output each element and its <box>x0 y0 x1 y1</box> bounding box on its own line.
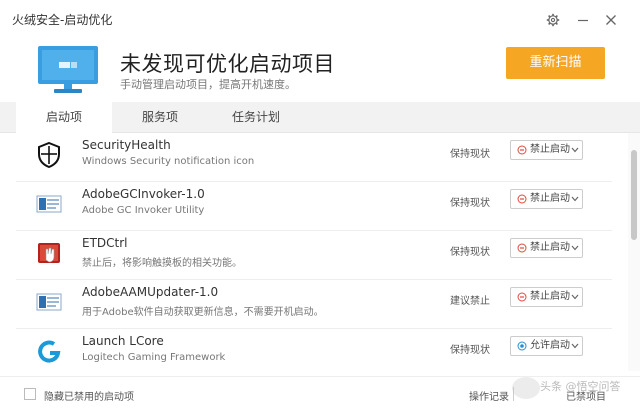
startup-action-select[interactable]: 允许启动 <box>510 336 583 356</box>
item-name: Launch LCore <box>82 334 164 348</box>
logitech-icon <box>36 338 62 364</box>
item-name: SecurityHealth <box>82 138 171 152</box>
watermark-logo <box>512 377 540 399</box>
select-value: 禁止启动 <box>530 242 570 253</box>
page-title: 未发现可优化启动项目 <box>120 52 335 76</box>
item-name: AdobeAAMUpdater-1.0 <box>82 285 219 299</box>
hide-disabled-label: 隐藏已禁用的启动项 <box>44 392 134 403</box>
chevron-down-icon <box>571 147 579 153</box>
disable-icon <box>517 145 527 155</box>
tab-bar: 启动项 服务项 任务计划 <box>0 102 640 134</box>
rescan-button[interactable]: 重新扫描 <box>506 47 605 79</box>
title-bar: 火绒安全-启动优化 <box>0 0 640 36</box>
tab-services[interactable]: 服务项 <box>112 102 208 133</box>
select-value: 禁止启动 <box>530 291 570 302</box>
list-item: Launch LCore Logitech Gaming Framework 保… <box>16 329 612 371</box>
item-status: 保持现状 <box>450 345 490 356</box>
chevron-down-icon <box>571 343 579 349</box>
item-description: 禁止后，将影响触摸板的相关功能。 <box>82 258 242 269</box>
select-value: 允许启动 <box>530 340 570 351</box>
scrollbar-thumb[interactable] <box>631 150 637 240</box>
select-value: 禁止启动 <box>530 193 570 204</box>
startup-action-select[interactable]: 禁止启动 <box>510 287 583 307</box>
item-name: AdobeGCInvoker-1.0 <box>82 187 205 201</box>
monitor-icon <box>38 46 98 94</box>
startup-action-select[interactable]: 禁止启动 <box>510 189 583 209</box>
chevron-down-icon <box>571 294 579 300</box>
touchpad-icon <box>36 240 62 266</box>
header-panel: 未发现可优化启动项目 手动管理启动项目，提高开机速度。 重新扫描 <box>0 36 640 102</box>
item-status: 保持现状 <box>450 149 490 160</box>
item-status: 保持现状 <box>450 247 490 258</box>
item-status: 保持现状 <box>450 198 490 209</box>
page-subtitle: 手动管理启动项目，提高开机速度。 <box>120 78 296 91</box>
minimize-icon[interactable] <box>576 13 590 27</box>
gear-icon[interactable] <box>546 13 560 27</box>
adobe-app-icon <box>36 289 62 315</box>
startup-item-list: SecurityHealth Windows Security notifica… <box>0 133 628 371</box>
window-title: 火绒安全-启动优化 <box>12 13 113 27</box>
list-item: SecurityHealth Windows Security notifica… <box>16 133 612 182</box>
watermark-text: 头条 @悟空问答 <box>540 380 621 393</box>
hide-disabled-checkbox[interactable] <box>24 388 36 400</box>
item-description: Logitech Gaming Framework <box>82 352 226 363</box>
item-name: ETDCtrl <box>82 236 128 250</box>
list-item: AdobeAAMUpdater-1.0 用于Adobe软件自动获取更新信息，不需… <box>16 280 612 329</box>
disable-icon <box>517 292 527 302</box>
shield-icon <box>36 141 62 169</box>
disable-icon <box>517 194 527 204</box>
item-description: Windows Security notification icon <box>82 156 255 167</box>
tab-startup-items[interactable]: 启动项 <box>16 102 112 134</box>
allow-icon <box>517 341 527 351</box>
select-value: 禁止启动 <box>530 144 570 155</box>
startup-action-select[interactable]: 禁止启动 <box>510 140 583 160</box>
item-description: Adobe GC Invoker Utility <box>82 205 205 216</box>
disable-icon <box>517 243 527 253</box>
list-item: AdobeGCInvoker-1.0 Adobe GC Invoker Util… <box>16 182 612 231</box>
tab-scheduled-tasks[interactable]: 任务计划 <box>208 102 304 133</box>
adobe-app-icon <box>36 191 62 217</box>
chevron-down-icon <box>571 245 579 251</box>
list-item: ETDCtrl 禁止后，将影响触摸板的相关功能。 保持现状 禁止启动 <box>16 231 612 280</box>
close-icon[interactable] <box>604 13 618 27</box>
operation-log-link[interactable]: 操作记录 <box>469 388 509 403</box>
chevron-down-icon <box>571 196 579 202</box>
startup-action-select[interactable]: 禁止启动 <box>510 238 583 258</box>
item-description: 用于Adobe软件自动获取更新信息，不需要开机启动。 <box>82 307 324 318</box>
item-status: 建议禁止 <box>450 296 490 307</box>
